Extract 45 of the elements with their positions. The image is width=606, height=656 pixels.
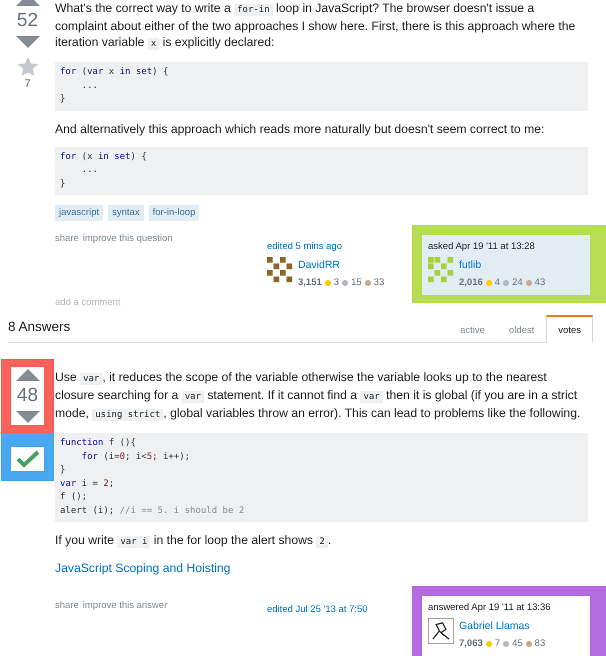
body-paragraph: Use var , it reduces the scope of the variable otherwise the variable looks up to the nearest closure searching for a var statement. If it cannot find a var then it is global (if you are in a strict mode, using strict , global variables throw an error). This can lead to problems like the following. <box>55 369 582 423</box>
answers-count: 8 Answers <box>8 319 70 334</box>
user-name[interactable]: futlib <box>459 257 584 273</box>
sort-tab[interactable]: votes <box>546 315 593 343</box>
post-menu-link[interactable]: improve this answer <box>82 598 168 614</box>
upvote-icon[interactable] <box>16 369 40 381</box>
article-link[interactable]: JavaScript Scoping and Hoisting <box>55 561 230 575</box>
post-menu-link[interactable]: improve this question <box>82 231 173 247</box>
edit-time[interactable]: edited 5 mins ago <box>267 239 412 255</box>
action-time: asked Apr 19 '11 at 13:28 <box>428 240 536 254</box>
tag[interactable]: for-in-loop <box>148 205 200 221</box>
reputation: 2,016 <box>459 276 483 290</box>
badge-count: 7 <box>494 637 500 651</box>
post-menu-link[interactable]: share <box>55 231 79 247</box>
reputation: 7,063 <box>459 637 483 651</box>
action-time: answered Apr 19 '11 at 13:36 <box>428 601 552 615</box>
sort-tab[interactable]: oldest <box>496 315 546 343</box>
badge-count: 45 <box>512 637 523 651</box>
edit-time[interactable]: edited Jul 25 '13 at 7:50 <box>267 602 412 618</box>
avatar-icon[interactable] <box>428 618 454 644</box>
badge-count: 3 <box>334 276 340 290</box>
favorite-count: 7 <box>24 78 31 90</box>
post-menu-link[interactable]: share <box>55 598 79 614</box>
code-block: for (x in set) { ... } <box>55 146 588 195</box>
badge-count: 33 <box>374 276 384 290</box>
reputation: 3,151 <box>298 276 322 290</box>
downvote-icon[interactable] <box>16 36 40 48</box>
downvote-icon[interactable] <box>16 411 40 423</box>
badge-count: 4 <box>494 276 500 290</box>
badge-count: 83 <box>534 637 546 651</box>
body-paragraph: If you write var i in the for loop the alert shows 2 . <box>55 532 332 550</box>
tag[interactable]: syntax <box>108 205 144 221</box>
user-name[interactable]: DavidRR <box>298 257 412 273</box>
body-paragraph: And alternatively this approach which reads more naturally but doesn't seem correct to me: <box>55 120 546 136</box>
body-paragraph: What's the correct way to write a for-in loop in JavaScript? The browser doesn't issue a complaint about either of the two approaches I show here. First, there is this approach where the iteration variable x is explicitly declared: <box>55 0 576 52</box>
tag[interactable]: javascript <box>55 205 104 221</box>
code-block: function f (){ for (i=0; i<5; i++); } var i = 2; f (); alert (i); //i == 5. i should be 2 <box>55 433 588 522</box>
vote-count: 52 <box>16 10 38 32</box>
badge-count: 43 <box>534 276 546 290</box>
badge-count: 24 <box>512 276 523 290</box>
user-name[interactable]: Gabriel Llamas <box>459 618 584 634</box>
badge-count: 15 <box>351 276 362 290</box>
star-icon[interactable] <box>16 56 38 78</box>
vote-count: 48 <box>16 385 38 407</box>
code-block: for (var x in set) { ... } <box>55 62 588 110</box>
